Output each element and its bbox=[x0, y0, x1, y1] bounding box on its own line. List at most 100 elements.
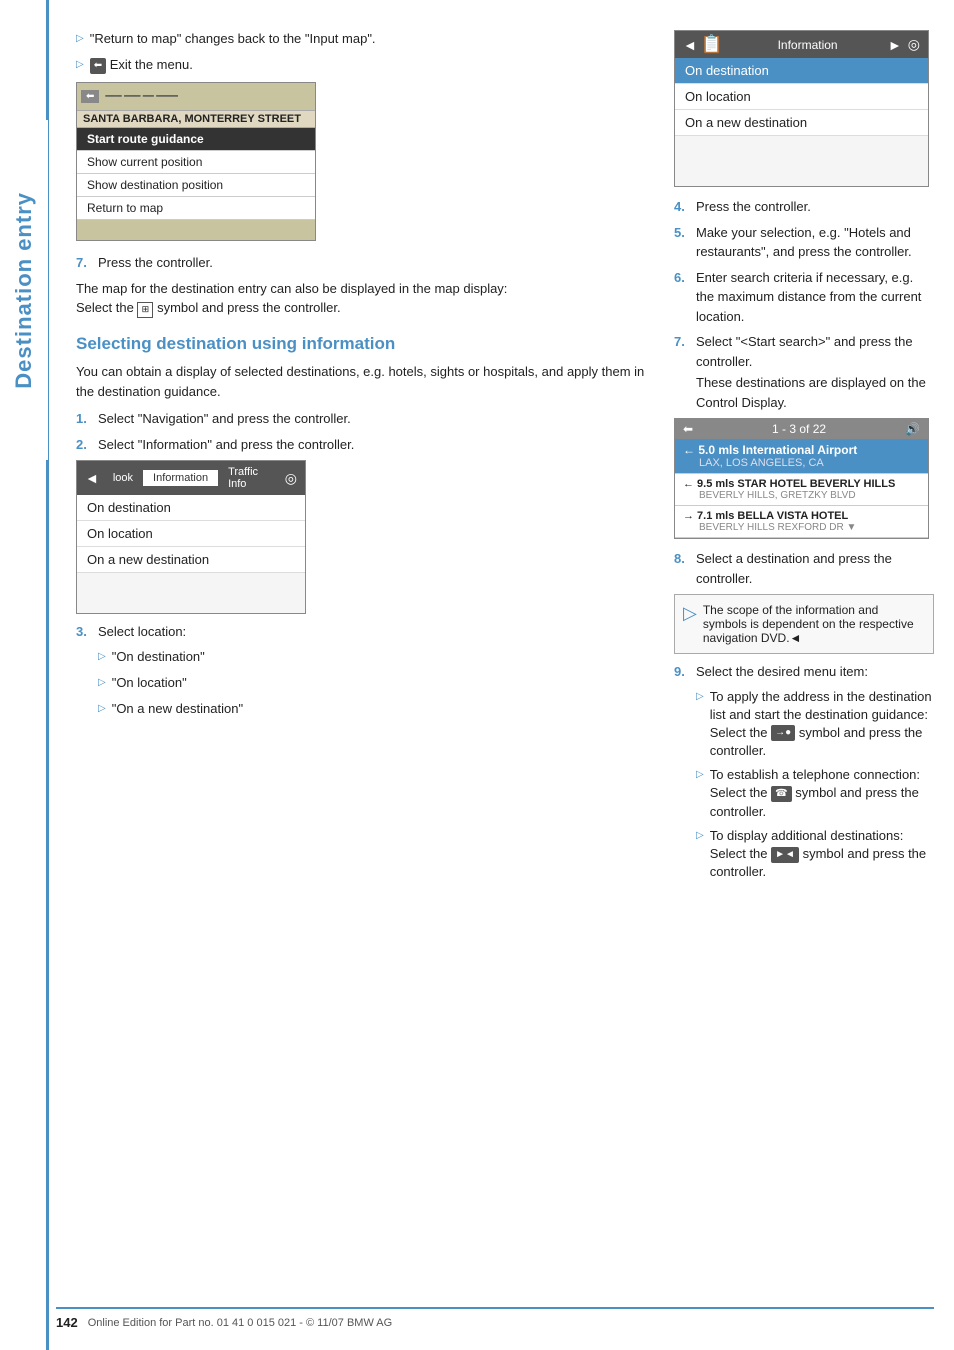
bullet-on-new-dest: ▷ "On a new destination" bbox=[98, 700, 650, 718]
step-9: 9. Select the desired menu item: bbox=[674, 662, 934, 682]
nav-next-icon-2: ► bbox=[888, 37, 902, 53]
info-item-on-new-dest-2[interactable]: On a new destination bbox=[675, 110, 928, 136]
results-audio-icon: 🔊 bbox=[905, 422, 920, 436]
step-8-num: 8. bbox=[674, 549, 696, 569]
tri-9-3: ▷ bbox=[696, 829, 704, 843]
map-bottom-strip bbox=[77, 220, 315, 240]
triangle-icon-1: ▷ bbox=[76, 32, 84, 46]
step-9-text: Select the desired menu item: bbox=[696, 662, 934, 682]
result-3-name: → 7.1 mls BELLA VISTA HOTEL bbox=[683, 510, 920, 522]
step-3-text: Select location: bbox=[98, 622, 650, 642]
tri-on-new: ▷ bbox=[98, 702, 106, 716]
step-1: 1. Select "Navigation" and press the con… bbox=[76, 409, 650, 429]
dest-icon: →● bbox=[771, 725, 795, 741]
nav-menu-show-current[interactable]: Show current position bbox=[77, 151, 315, 174]
step-9-sub-2: ▷ To establish a telephone connection: S… bbox=[696, 766, 934, 821]
sidebar-label: Destination entry bbox=[0, 120, 48, 460]
result-2-subtitle: BEVERLY HILLS, GRETZKY BLVD bbox=[683, 490, 920, 501]
step-5-num: 5. bbox=[674, 223, 696, 243]
bullet-on-location: ▷ "On location" bbox=[98, 674, 650, 692]
tri-9-2: ▷ bbox=[696, 768, 704, 782]
triangle-icon-2: ▷ bbox=[76, 58, 84, 72]
step-7-note: The map for the destination entry can al… bbox=[76, 279, 650, 318]
result-item-3[interactable]: → 7.1 mls BELLA VISTA HOTEL BEVERLY HILL… bbox=[675, 506, 928, 538]
section-heading-select-dest: Selecting destination using information bbox=[76, 334, 650, 354]
step-4: 4. Press the controller. bbox=[674, 197, 934, 217]
results-count: 1 - 3 of 22 bbox=[772, 422, 826, 436]
info-screen-2: ◄ 📋 Information ► ◎ On destination On lo… bbox=[674, 30, 929, 187]
nav-bar-1: ◄ look Information Traffic Info ◎ bbox=[77, 461, 305, 495]
results-back-btn: ⬅ bbox=[683, 422, 693, 436]
step-4-text: Press the controller. bbox=[696, 197, 934, 217]
step-2-text: Select "Information" and press the contr… bbox=[98, 435, 650, 455]
info-screen-2-empty bbox=[675, 136, 928, 186]
result-item-1[interactable]: ← 5.0 mls International Airport LAX, LOS… bbox=[675, 439, 928, 474]
nav-menu-return[interactable]: Return to map bbox=[77, 197, 315, 220]
step-3: 3. Select location: bbox=[76, 622, 650, 642]
step-9-num: 9. bbox=[674, 662, 696, 682]
note-box: ▷ The scope of the information and symbo… bbox=[674, 594, 934, 654]
step-4-num: 4. bbox=[674, 197, 696, 217]
tri-on-loc: ▷ bbox=[98, 676, 106, 690]
back-button: ⬅ bbox=[81, 90, 99, 103]
nav-prev-icon-2: ◄ bbox=[683, 37, 697, 53]
tri-9-1: ▷ bbox=[696, 690, 704, 704]
nav-settings-icon: ◎ bbox=[285, 470, 297, 487]
tab-information[interactable]: Information bbox=[143, 470, 218, 486]
results-header: ⬅ 1 - 3 of 22 🔊 bbox=[675, 419, 928, 439]
address-bar: SANTA BARBARA, MONTERREY STREET bbox=[77, 111, 315, 128]
step-6: 6. Enter search criteria if necessary, e… bbox=[674, 268, 934, 327]
scroll-icon: ►◄ bbox=[771, 847, 799, 863]
step-9-sub-3: ▷ To display additional destinations: Se… bbox=[696, 827, 934, 882]
section2-intro: You can obtain a display of selected des… bbox=[76, 362, 650, 401]
step-7b: 7. Select "<Start search>" and press the… bbox=[674, 332, 934, 412]
step-3-num: 3. bbox=[76, 622, 98, 642]
step-6-text: Enter search criteria if necessary, e.g.… bbox=[696, 268, 934, 327]
result-1-subtitle: LAX, LOS ANGELES, CA bbox=[683, 457, 920, 469]
step-7-num: 7. bbox=[76, 253, 98, 273]
info-item-on-location-1[interactable]: On location bbox=[77, 521, 305, 547]
result-item-2[interactable]: ← 9.5 mls STAR HOTEL BEVERLY HILLS BEVER… bbox=[675, 474, 928, 506]
info-item-on-destination-1[interactable]: On destination bbox=[77, 495, 305, 521]
step-2-num: 2. bbox=[76, 435, 98, 455]
info-label-2: Information bbox=[727, 38, 888, 52]
info-item-on-new-dest-1[interactable]: On a new destination bbox=[77, 547, 305, 573]
results-screen: ⬅ 1 - 3 of 22 🔊 ← 5.0 mls International … bbox=[674, 418, 929, 539]
bullet-exit-menu: ▷ ⬅ Exit the menu. bbox=[76, 56, 650, 74]
info-icon-2: 📋 bbox=[701, 34, 723, 55]
note-triangle-icon: ▷ bbox=[683, 603, 697, 624]
nav-bar-2: ◄ 📋 Information ► ◎ bbox=[675, 31, 928, 58]
phone-icon: ☎ bbox=[771, 786, 791, 802]
nav-menu-show-destination[interactable]: Show destination position bbox=[77, 174, 315, 197]
step-7-text: Press the controller. bbox=[98, 253, 650, 273]
step-7b-note: These destinations are displayed on the … bbox=[696, 373, 934, 412]
info-screen-1: ◄ look Information Traffic Info ◎ On des… bbox=[76, 460, 306, 614]
step-8-text: Select a destination and press the contr… bbox=[696, 549, 934, 588]
step-6-num: 6. bbox=[674, 268, 696, 288]
tab-traffic-info[interactable]: Traffic Info bbox=[218, 464, 285, 492]
step-9-sub-1: ▷ To apply the address in the destinatio… bbox=[696, 688, 934, 761]
result-2-name: ← 9.5 mls STAR HOTEL BEVERLY HILLS bbox=[683, 478, 920, 490]
info-item-on-location-2[interactable]: On location bbox=[675, 84, 928, 110]
info-item-on-destination-2[interactable]: On destination bbox=[675, 58, 928, 84]
note-text: The scope of the information and symbols… bbox=[703, 603, 925, 645]
step-8: 8. Select a destination and press the co… bbox=[674, 549, 934, 588]
step-5: 5. Make your selection, e.g. "Hotels and… bbox=[674, 223, 934, 262]
tab-look[interactable]: look bbox=[103, 470, 143, 486]
settings-icon-2: ◎ bbox=[908, 36, 920, 53]
step-9-subitems: ▷ To apply the address in the destinatio… bbox=[696, 688, 934, 882]
page-number: 142 bbox=[56, 1315, 78, 1330]
step-3-bullets: ▷ "On destination" ▷ "On location" ▷ "On… bbox=[98, 648, 650, 719]
step-2: 2. Select "Information" and press the co… bbox=[76, 435, 650, 455]
step-5-text: Make your selection, e.g. "Hotels and re… bbox=[696, 223, 934, 262]
info-screen-empty bbox=[77, 573, 305, 613]
map-area: ⬅ ━━━ ━━━ ━━ ━━━━ bbox=[77, 83, 315, 111]
tri-on-dest: ▷ bbox=[98, 650, 106, 664]
bullet-return-to-map: ▷ "Return to map" changes back to the "I… bbox=[76, 30, 650, 48]
step-7b-text: Select "<Start search>" and press the co… bbox=[696, 332, 934, 412]
step-7: 7. Press the controller. bbox=[76, 253, 650, 273]
step-1-text: Select "Navigation" and press the contro… bbox=[98, 409, 650, 429]
nav-menu-start-route[interactable]: Start route guidance bbox=[77, 128, 315, 151]
map-indicators: ━━━ ━━━ ━━ ━━━━ bbox=[105, 91, 178, 102]
step-7b-num: 7. bbox=[674, 332, 696, 352]
